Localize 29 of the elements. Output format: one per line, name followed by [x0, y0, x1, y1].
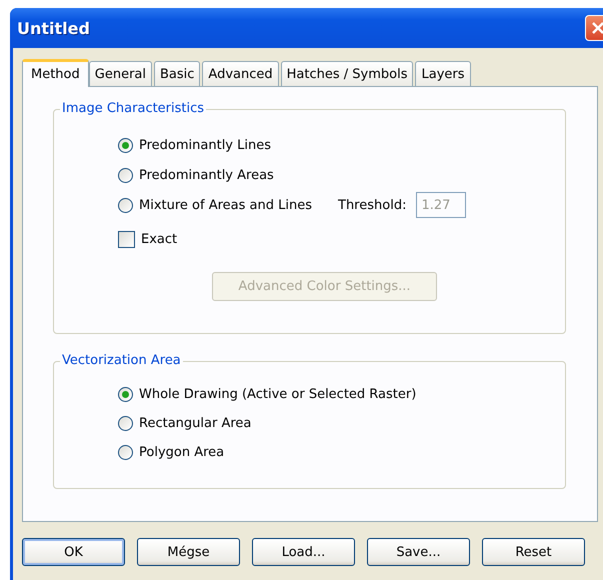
tab[interactable]: Hatches / Symbols: [280, 61, 414, 86]
radio-option[interactable]: Mixture of Areas and Lines: [118, 198, 312, 212]
tab[interactable]: Basic: [154, 61, 200, 86]
checkbox[interactable]: [118, 230, 135, 248]
radio-option[interactable]: Whole Drawing (Active or Selected Raster): [118, 387, 416, 402]
radio-button[interactable]: [118, 416, 133, 431]
radio-option[interactable]: Predominantly Areas: [118, 168, 274, 182]
radio-option[interactable]: Rectangular Area: [118, 416, 252, 431]
radio-button[interactable]: [118, 168, 133, 182]
dialog-button[interactable]: Load...: [252, 538, 355, 566]
dialog-button[interactable]: Save...: [367, 538, 470, 566]
dialog-button[interactable]: Reset: [482, 538, 585, 566]
dialog-button[interactable]: Mégse: [137, 538, 240, 566]
tab[interactable]: General: [88, 61, 152, 86]
radio-option[interactable]: Predominantly Lines: [118, 138, 271, 152]
group-title: Image Characteristics: [60, 101, 206, 116]
tab[interactable]: Layers: [415, 61, 471, 86]
radio-button[interactable]: [118, 445, 133, 460]
threshold-label: Threshold:: [338, 198, 406, 212]
exact-checkbox-option[interactable]: Exact: [118, 230, 178, 248]
tab[interactable]: Method: [22, 59, 89, 87]
radio-option[interactable]: Polygon Area: [118, 445, 224, 460]
radio-button[interactable]: [118, 198, 133, 212]
window-title: Untitled: [17, 18, 90, 38]
tab[interactable]: Advanced: [202, 61, 279, 86]
radio-button[interactable]: [118, 138, 133, 152]
dialog-button[interactable]: OK: [22, 538, 125, 566]
close-icon: [591, 21, 603, 35]
radio-button[interactable]: [118, 387, 133, 402]
